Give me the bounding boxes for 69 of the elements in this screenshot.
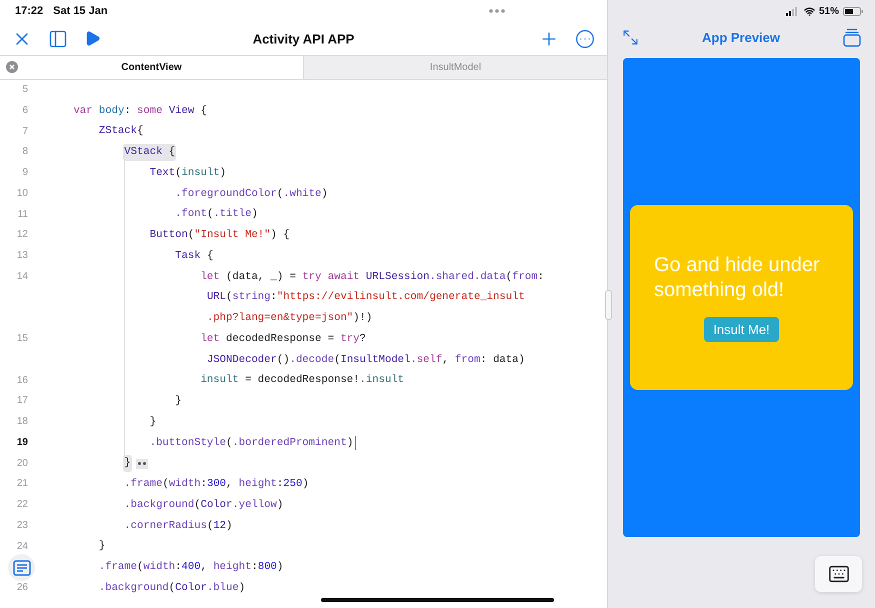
line-number: 24 [16, 540, 28, 554]
code-line: URL(string:"https://evilinsult.com/generate_insult [206, 290, 526, 306]
code-line: .font(.title) [174, 207, 259, 222]
code-line: ZStack{ [98, 124, 144, 140]
code-line: .cornerRadius(12) [123, 518, 234, 534]
text-cursor [355, 436, 356, 450]
line-number: 15 [16, 332, 28, 346]
insult-button[interactable]: Insult Me! [704, 317, 779, 342]
code-line: Text(insult) [148, 166, 228, 181]
line-number: 8 [21, 145, 28, 160]
split-handle[interactable] [605, 290, 612, 320]
sidebar-icon[interactable] [48, 28, 68, 48]
line-number: 23 [16, 518, 28, 533]
file-tab[interactable]: InsultModel [303, 56, 607, 79]
insult-text: Go and hide under something old! [654, 253, 821, 303]
status-time: 17:22 [15, 5, 44, 17]
fold-icon[interactable] [136, 458, 148, 469]
line-number: 22 [16, 498, 28, 512]
code-line: .php?lang=en&type=json")!) [206, 311, 374, 326]
code-line: .frame(width:300, height:250) [123, 477, 310, 492]
status-date: Sat 15 Jan [53, 5, 108, 17]
code-line: let (data, _) = try await URLSession.shared.data(from: [200, 270, 545, 285]
code-line: } [148, 414, 158, 430]
code-line: .foregroundColor(.white) [174, 186, 329, 202]
line-number: 13 [16, 249, 28, 263]
line-number: 18 [16, 415, 28, 429]
preview-title: App Preview [702, 30, 780, 44]
line-number: 9 [21, 166, 28, 180]
code-line: Task { [174, 248, 214, 264]
code-line: } [174, 394, 183, 410]
code-line: JSONDecoder().decode(InsultModel.self, from: data) [206, 352, 526, 368]
signal-icon [786, 6, 800, 16]
battery-level: 51% [818, 6, 839, 16]
line-number: 12 [16, 228, 28, 242]
code-line: insult = decodedResponse!.insult [200, 373, 406, 388]
code-line: .background(Color.blue) [98, 580, 246, 596]
play-icon[interactable] [84, 30, 101, 47]
line-number: 10 [16, 186, 28, 201]
code-line: } [123, 455, 132, 472]
keyboard-icon [828, 563, 850, 585]
line-number: 14 [16, 270, 28, 284]
line-number: 11 [16, 208, 28, 222]
line-number: 6 [21, 104, 28, 118]
line-number: 19 [16, 436, 28, 450]
more-icon[interactable] [575, 28, 595, 48]
code-line: var body: some View { [72, 104, 208, 119]
line-number: 7 [21, 124, 28, 138]
expand-icon[interactable] [622, 28, 639, 46]
line-number: 17 [16, 394, 28, 408]
line-number: 20 [16, 456, 28, 470]
code-line: .buttonStyle(.borderedProminent) [148, 436, 354, 451]
line-number: 26 [16, 581, 28, 595]
document-button[interactable] [8, 554, 35, 581]
window-title: Activity API APP [252, 31, 354, 46]
battery-icon [843, 6, 863, 16]
line-number: 21 [16, 477, 28, 492]
code-line: Button("Insult Me!") { [148, 228, 291, 244]
code-line: .background(Color.yellow) [123, 498, 284, 513]
close-icon[interactable] [6, 61, 18, 73]
stack-icon[interactable] [843, 28, 861, 46]
code-line: } [98, 539, 106, 554]
line-number: 16 [16, 374, 28, 388]
keyboard-button[interactable] [815, 556, 862, 592]
line-number: 5 [21, 83, 28, 97]
multitask-dots-icon[interactable] [488, 9, 505, 13]
code-line: let decodedResponse = try? [200, 332, 367, 347]
document-icon [12, 560, 30, 576]
wifi-icon [804, 6, 815, 16]
code-line: .frame(width:400, height:800) [98, 560, 284, 576]
